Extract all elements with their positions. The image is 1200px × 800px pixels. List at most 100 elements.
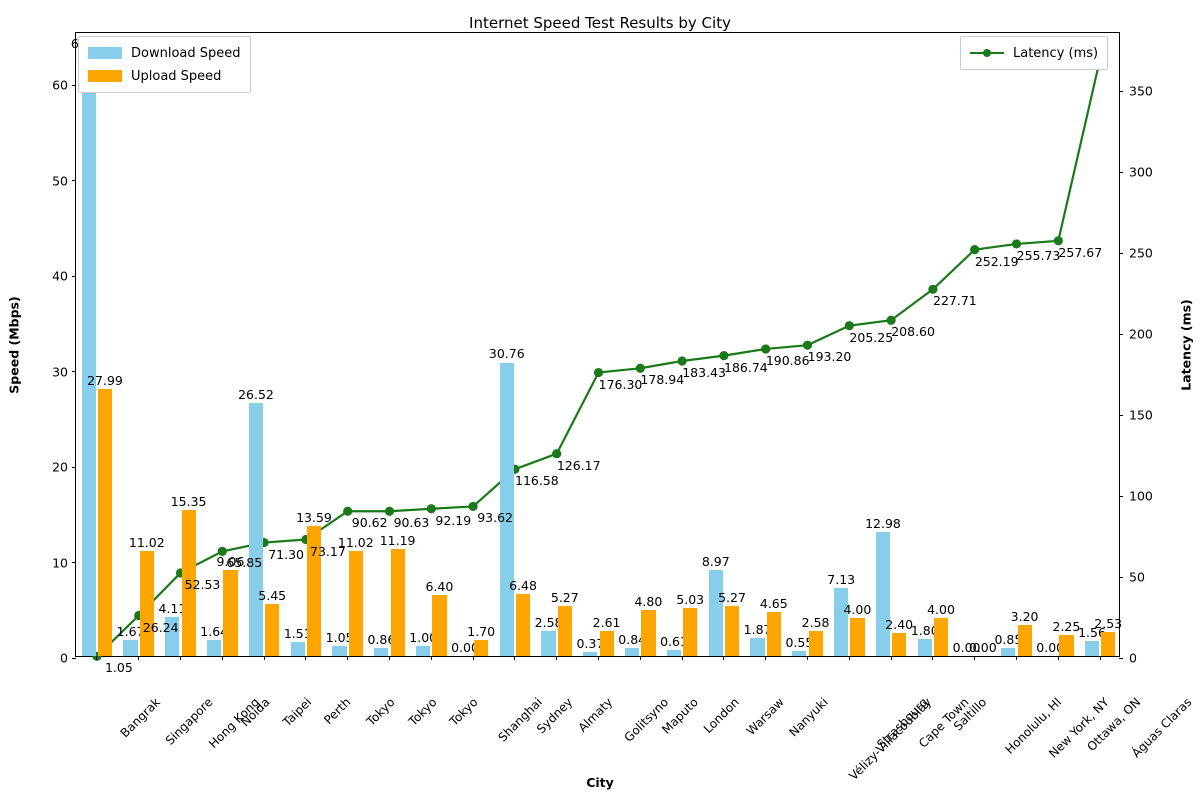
bar-download <box>834 587 849 656</box>
bar-download <box>374 647 389 656</box>
y-axis-tickmark-left <box>72 466 76 468</box>
bar-upload-value-label: 6.40 <box>425 578 454 594</box>
x-axis-tick-label: Tokyo <box>363 695 398 729</box>
latency-value-label: 178.94 <box>640 372 685 388</box>
x-axis-tick-label: Tokyo <box>405 695 440 729</box>
x-axis-tickmark <box>305 656 307 660</box>
bar-upload-value-label: 6.48 <box>509 578 537 594</box>
bar-upload-value-label: 15.35 <box>170 493 207 509</box>
bar-upload-value-label: 2.58 <box>801 615 830 631</box>
plot-area: 0 10 20 30 40 50 60 0 50 100 150 200 250 300 350 Bangra… <box>52 32 1194 783</box>
legend-latency[interactable]: Latency (ms) <box>960 36 1109 70</box>
x-axis-tickmark <box>514 656 516 660</box>
bar-download-value-label: 8.97 <box>701 554 730 570</box>
bar-download <box>708 570 723 656</box>
x-axis-tickmark <box>598 656 600 660</box>
x-axis-tick-label: Shanghai <box>495 695 546 745</box>
y-axis-tickmark-left <box>72 371 76 373</box>
x-axis-tickmark <box>221 656 223 660</box>
bar-download-value-label: 26.52 <box>238 386 274 402</box>
y-axis-tickmark-left <box>72 657 76 659</box>
bar-upload <box>1101 631 1116 656</box>
chart-title: Internet Speed Test Results by City <box>469 14 731 32</box>
latency-value-label: 73.17 <box>309 543 346 559</box>
bar-upload-value-label: 2.25 <box>1052 618 1081 634</box>
bar-upload-value-label: 2.40 <box>885 617 914 633</box>
bar-download <box>123 640 138 656</box>
latency-value-label: 205.25 <box>849 329 894 345</box>
bar-download <box>248 402 264 656</box>
y-axis-tick-left: 50 <box>52 173 68 189</box>
x-axis-tickmark <box>765 656 767 660</box>
bar-upload <box>892 633 907 656</box>
bar-upload-value-label: 0.00 <box>968 640 997 655</box>
bar-upload-value-label: 11.02 <box>128 534 165 550</box>
bar-upload <box>766 611 781 656</box>
x-axis-tickmark <box>96 656 98 660</box>
bar-upload <box>223 569 238 656</box>
bar-upload <box>557 605 572 656</box>
bar-download <box>875 532 891 656</box>
latency-value-label: 90.63 <box>393 515 430 531</box>
bar-upload <box>683 608 698 656</box>
legend-speed[interactable]: Download Speed Upload Speed <box>78 36 251 93</box>
bar-upload <box>641 610 656 656</box>
x-axis-tickmark <box>263 656 265 660</box>
bar-download <box>416 646 431 656</box>
y-axis-tickmark-right <box>1119 495 1123 497</box>
y-axis-tick-left: 10 <box>52 555 68 571</box>
y-axis-tick-right: 100 <box>1129 488 1153 504</box>
bar-upload-value-label: 2.53 <box>1094 615 1123 631</box>
x-axis-label: City <box>586 775 614 790</box>
y-axis-tickmark-left <box>72 275 76 277</box>
bar-upload-value-label: 4.00 <box>843 601 872 617</box>
x-axis-tick-label: Warsaw <box>743 695 787 739</box>
legend-item-label: Latency (ms) <box>1013 45 1099 61</box>
legend-item[interactable]: Download Speed <box>88 43 241 63</box>
latency-value-label: 176.30 <box>598 376 643 392</box>
y-axis-tick-right: 350 <box>1129 83 1153 99</box>
latency-value-label: 257.67 <box>1058 244 1103 260</box>
legend-item-label: Upload Speed <box>131 68 222 84</box>
bar-download <box>290 641 305 656</box>
y-axis-tick-left: 40 <box>52 268 68 284</box>
bar-upload <box>724 605 740 656</box>
y-axis-tickmark-right <box>1119 171 1123 173</box>
x-axis-tickmark <box>932 656 934 660</box>
legend-item[interactable]: Latency (ms) <box>970 43 1098 63</box>
x-axis-tickmark <box>807 656 809 660</box>
latency-value-label: 255.73 <box>1016 247 1061 263</box>
x-axis-tickmark <box>1099 656 1101 660</box>
y-axis-tick-right: 0 <box>1129 650 1137 666</box>
y-axis-tickmark-right <box>1119 576 1123 578</box>
bar-download-value-label: 7.13 <box>827 571 856 587</box>
bar-download <box>583 652 598 656</box>
bar-upload <box>390 549 405 656</box>
latency-value-label: 193.20 <box>807 349 852 365</box>
x-axis-tick-label: Golitsyno <box>620 695 671 745</box>
y-axis-tick-right: 50 <box>1129 569 1145 585</box>
x-axis-tickmark <box>1016 656 1018 660</box>
latency-value-label: 52.53 <box>184 576 221 592</box>
bar-download <box>1001 647 1016 656</box>
bar-download-value-label: 12.98 <box>865 516 901 532</box>
bar-download <box>625 648 640 656</box>
x-axis-tickmark <box>723 656 725 660</box>
y-axis-label-left: Speed (Mbps) <box>6 296 22 394</box>
legend-item-label: Download Speed <box>131 45 241 61</box>
y-axis-tick-left: 20 <box>52 459 68 475</box>
bar-upload-value-label: 3.20 <box>1010 609 1039 625</box>
latency-value-label: 183.43 <box>682 364 726 380</box>
latency-value-label: 208.60 <box>891 324 935 340</box>
bar-download <box>750 638 765 656</box>
bar-upload <box>1059 634 1074 656</box>
bar-upload-value-label: 5.27 <box>718 589 746 605</box>
bar-upload <box>474 639 489 656</box>
legend-item[interactable]: Upload Speed <box>88 66 241 86</box>
y-axis-tick-right: 300 <box>1129 164 1153 180</box>
y-axis-tickmark-right <box>1119 90 1123 92</box>
bar-upload <box>599 631 614 656</box>
bar-download <box>1084 641 1100 656</box>
bar-download <box>332 645 347 656</box>
bar-download <box>792 650 807 656</box>
